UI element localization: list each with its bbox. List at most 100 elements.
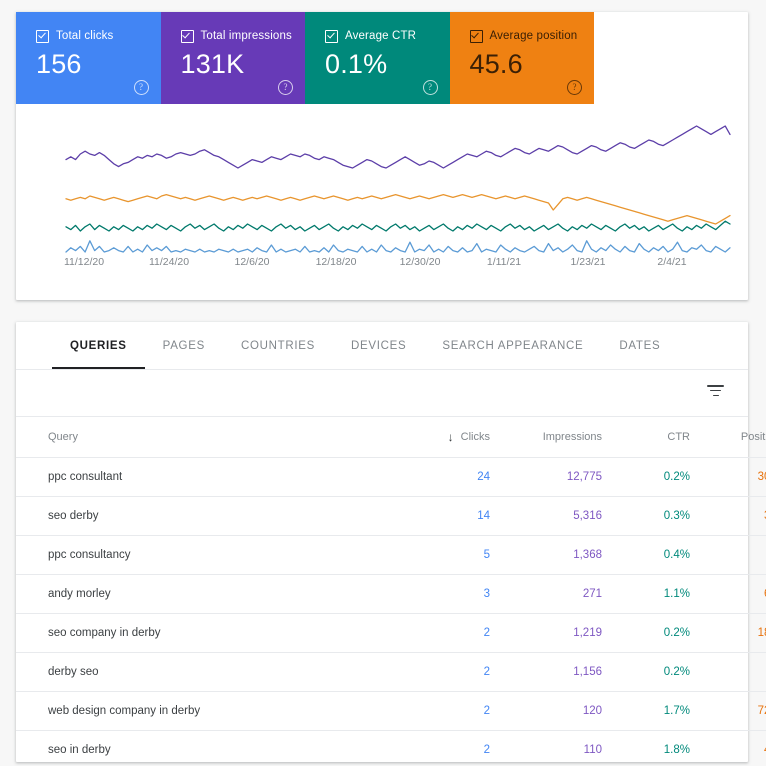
table-row[interactable]: ppc consultant2412,7750.2%30.6 — [16, 458, 766, 497]
chart-series-total-clicks — [66, 241, 730, 252]
table-header-row: Query ↓ Clicks Impressions CTR Position — [16, 417, 766, 458]
cell-ctr: 0.2% — [602, 614, 690, 653]
cell-ctr: 0.2% — [602, 653, 690, 692]
filter-line-1 — [707, 385, 724, 387]
cell-query[interactable]: derby seo — [16, 653, 378, 692]
column-header-ctr[interactable]: CTR — [602, 417, 690, 458]
cell-ctr: 0.3% — [602, 497, 690, 536]
metric-card-header: Average position — [470, 28, 581, 44]
chart-series-average-ctr — [66, 221, 730, 231]
cell-clicks: 24 — [378, 458, 490, 497]
checkbox-checked-icon[interactable] — [36, 30, 49, 43]
cell-impressions: 110 — [490, 731, 602, 766]
cell-clicks: 14 — [378, 497, 490, 536]
cell-position: 72.6 — [690, 692, 766, 731]
metric-card-header: Total impressions — [181, 28, 292, 44]
metric-card-header: Total clicks — [36, 28, 147, 44]
cell-impressions: 1,219 — [490, 614, 602, 653]
queries-table: Query ↓ Clicks Impressions CTR Position p… — [16, 417, 766, 766]
column-header-position[interactable]: Position — [690, 417, 766, 458]
tab-dates[interactable]: DATES — [601, 322, 678, 369]
x-axis-tick-label: 12/30/20 — [400, 256, 441, 268]
cell-query[interactable]: seo in derby — [16, 731, 378, 766]
metric-card-value: 156 — [36, 48, 147, 80]
metric-card-value: 0.1% — [325, 48, 436, 80]
column-header-query[interactable]: Query — [16, 417, 378, 458]
cell-ctr: 1.8% — [602, 731, 690, 766]
cell-query[interactable]: ppc consultancy — [16, 536, 378, 575]
help-icon[interactable]: ? — [278, 80, 293, 95]
chart-series-total-impressions — [66, 126, 730, 168]
table-row[interactable]: seo in derby21101.8%4.3 — [16, 731, 766, 766]
cell-impressions: 5,316 — [490, 497, 602, 536]
cell-query[interactable]: web design company in derby — [16, 692, 378, 731]
cell-ctr: 1.1% — [602, 575, 690, 614]
search-console-performance-page: Total clicks156?Total impressions131K?Av… — [0, 0, 766, 766]
checkbox-checked-icon[interactable] — [325, 30, 338, 43]
metric-card-header: Average CTR — [325, 28, 436, 44]
cell-position: 30.6 — [690, 458, 766, 497]
column-header-clicks[interactable]: ↓ Clicks — [378, 417, 490, 458]
tab-queries[interactable]: QUERIES — [52, 322, 145, 369]
metric-card-total-impressions[interactable]: Total impressions 131K? — [161, 12, 306, 104]
sort-descending-icon: ↓ — [448, 430, 454, 444]
cell-clicks: 3 — [378, 575, 490, 614]
metric-cards-row: Total clicks156?Total impressions131K?Av… — [16, 12, 594, 104]
metric-card-total-clicks[interactable]: Total clicks 156? — [16, 12, 161, 104]
cell-impressions: 12,775 — [490, 458, 602, 497]
filter-line-3 — [713, 395, 719, 397]
metric-card-value: 131K — [181, 48, 292, 80]
cell-query[interactable]: seo derby — [16, 497, 378, 536]
table-row[interactable]: seo derby145,3160.3%3.9 — [16, 497, 766, 536]
filter-icon[interactable] — [707, 385, 724, 399]
cell-query[interactable]: andy morley — [16, 575, 378, 614]
cell-impressions: 120 — [490, 692, 602, 731]
performance-overview-panel: Total clicks156?Total impressions131K?Av… — [16, 12, 748, 300]
tab-devices[interactable]: DEVICES — [333, 322, 424, 369]
metric-card-average-ctr[interactable]: Average CTR 0.1%? — [305, 12, 450, 104]
table-row[interactable]: web design company in derby21201.7%72.6 — [16, 692, 766, 731]
cell-ctr: 1.7% — [602, 692, 690, 731]
tab-countries[interactable]: COUNTRIES — [223, 322, 333, 369]
cell-query[interactable]: seo company in derby — [16, 614, 378, 653]
checkbox-checked-icon[interactable] — [181, 30, 194, 43]
tab-search-appearance[interactable]: SEARCH APPEARANCE — [424, 322, 601, 369]
cell-clicks: 2 — [378, 614, 490, 653]
metric-card-average-position[interactable]: Average position 45.6? — [450, 12, 595, 104]
help-icon[interactable]: ? — [423, 80, 438, 95]
cell-position: 18.6 — [690, 614, 766, 653]
cell-query[interactable]: ppc consultant — [16, 458, 378, 497]
cell-position: 4 — [690, 653, 766, 692]
table-row[interactable]: derby seo21,1560.2%4 — [16, 653, 766, 692]
chart-x-axis-labels: 11/12/2011/24/2012/6/2012/18/2012/30/201… — [16, 256, 748, 276]
tab-pages[interactable]: PAGES — [145, 322, 223, 369]
table-row[interactable]: seo company in derby21,2190.2%18.6 — [16, 614, 766, 653]
cell-position: 3.9 — [690, 497, 766, 536]
column-header-clicks-label: Clicks — [461, 431, 490, 443]
metric-card-value: 45.6 — [470, 48, 581, 80]
metric-card-label: Average position — [490, 30, 578, 42]
table-row[interactable]: ppc consultancy51,3680.4%7 — [16, 536, 766, 575]
table-row[interactable]: andy morley32711.1%6.5 — [16, 575, 766, 614]
metric-card-label: Average CTR — [345, 30, 416, 42]
table-toolbar — [16, 370, 748, 417]
chart-plot-area — [16, 104, 748, 264]
cell-clicks: 2 — [378, 653, 490, 692]
x-axis-tick-label: 2/4/21 — [657, 256, 686, 268]
chart-series-average-position — [66, 195, 730, 224]
cell-position: 6.5 — [690, 575, 766, 614]
table-header: Query ↓ Clicks Impressions CTR Position — [16, 417, 766, 458]
x-axis-tick-label: 12/18/20 — [316, 256, 357, 268]
column-header-impressions[interactable]: Impressions — [490, 417, 602, 458]
cell-clicks: 2 — [378, 731, 490, 766]
cell-clicks: 5 — [378, 536, 490, 575]
x-axis-tick-label: 1/11/21 — [487, 256, 521, 268]
performance-chart: 11/12/2011/24/2012/6/2012/18/2012/30/201… — [16, 104, 748, 300]
help-icon[interactable]: ? — [567, 80, 582, 95]
help-icon[interactable]: ? — [134, 80, 149, 95]
cell-position: 7 — [690, 536, 766, 575]
filter-line-2 — [710, 390, 721, 392]
checkbox-checked-icon[interactable] — [470, 30, 483, 43]
cell-impressions: 1,156 — [490, 653, 602, 692]
table-body: ppc consultant2412,7750.2%30.6seo derby1… — [16, 458, 766, 766]
